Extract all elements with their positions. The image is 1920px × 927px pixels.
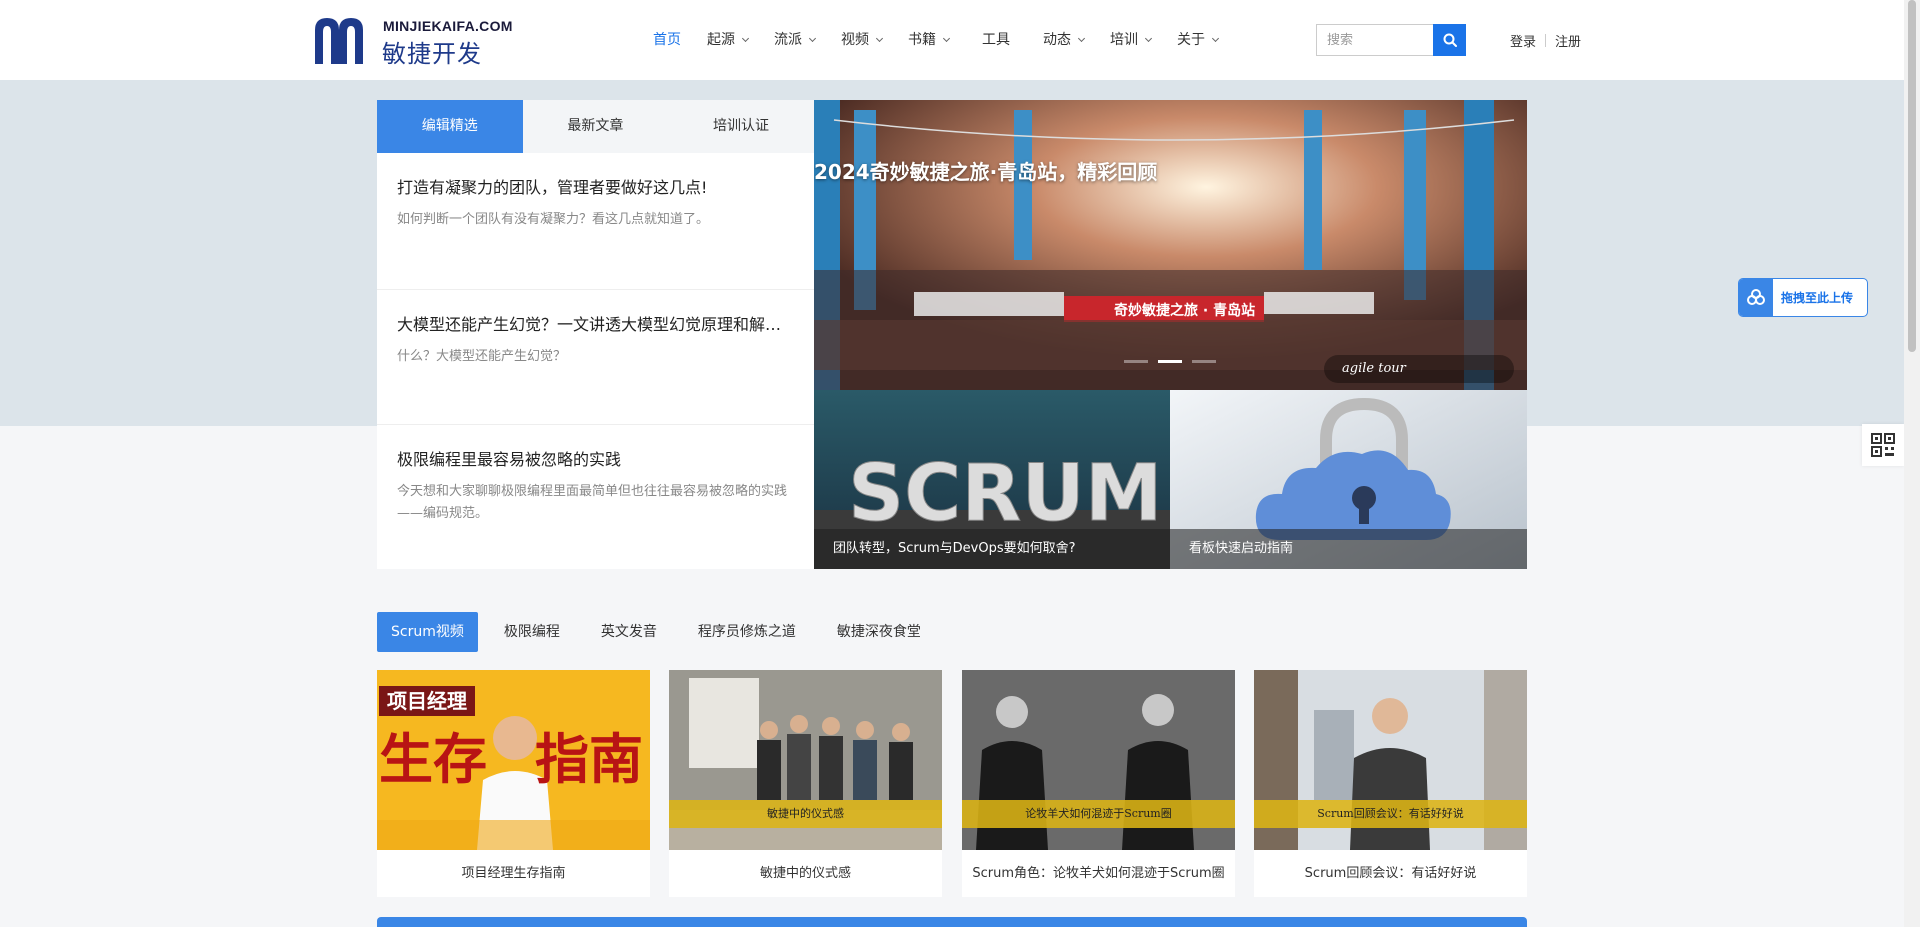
video-thumbnail[interactable]: 项目经理 生存 指南: [377, 670, 650, 850]
feature-caption[interactable]: 看板快速启动指南: [1170, 529, 1527, 569]
carousel-dot-active[interactable]: [1158, 360, 1182, 363]
tab-latest-articles[interactable]: 最新文章: [523, 100, 669, 153]
drag-upload-widget[interactable]: 拖拽至此上传: [1738, 278, 1868, 317]
auth-divider: [1545, 34, 1547, 47]
scrollbar-thumb[interactable]: [1908, 0, 1916, 352]
chevron-down-icon: [1144, 34, 1153, 43]
video-title[interactable]: 项目经理生存指南: [377, 850, 650, 897]
carousel-dots: [1124, 360, 1216, 363]
tab-english-pronunciation[interactable]: 英文发音: [588, 612, 670, 652]
qr-code-button[interactable]: [1862, 424, 1904, 466]
thumb-strip: Scrum回顾会议：有话好好说: [1254, 800, 1527, 828]
chevron-down-icon: [1211, 34, 1220, 43]
video-card[interactable]: 项目经理 生存 指南 项目经理生存指南: [377, 670, 650, 897]
article-title[interactable]: 极限编程里最容易被忽略的实践: [397, 449, 794, 471]
article-tabs-panel: 编辑精选 最新文章 培训认证 打造有凝聚力的团队，管理者要做好这几点! 如何判断…: [377, 100, 814, 569]
hero-carousel[interactable]: 奇妙敏捷之旅 · 青岛站 2024奇妙敏捷之旅·青岛站，精彩回顾 agile t…: [814, 100, 1527, 390]
login-link[interactable]: 登录: [1510, 31, 1536, 50]
video-card[interactable]: 敏捷中的仪式感 敏捷中的仪式感: [669, 670, 942, 897]
video-card[interactable]: 论牧羊犬如何混迹于Scrum圈 Scrum角色：论牧羊犬如何混迹于Scrum圈: [962, 670, 1235, 897]
tab-agile-midnight-diner[interactable]: 敏捷深夜食堂: [824, 612, 934, 652]
article-desc: 今天想和大家聊聊极限编程里面最简单但也往往最容易被忽略的实践——编码规范。: [397, 484, 788, 521]
video-card[interactable]: Scrum回顾会议：有话好好说 Scrum回顾会议：有话好好说: [1254, 670, 1527, 897]
article-desc: 什么？大模型还能产生幻觉？: [397, 349, 567, 364]
tab-training-cert[interactable]: 培训认证: [668, 100, 814, 153]
feature-caption[interactable]: 团队转型，Scrum与DevOps要如何取舍?: [814, 529, 1170, 569]
article-title[interactable]: 大模型还能产生幻觉？一文讲透大模型幻觉原理和解决方法: [397, 314, 794, 336]
auth-links: 登录 注册: [1510, 31, 1581, 50]
upload-label: 拖拽至此上传: [1781, 291, 1854, 305]
article-title[interactable]: 打造有凝聚力的团队，管理者要做好这几点!: [397, 177, 794, 199]
chevron-down-icon: [875, 34, 884, 43]
search-input[interactable]: [1316, 24, 1433, 56]
register-link[interactable]: 注册: [1555, 31, 1581, 50]
thumb-strip: 敏捷中的仪式感: [669, 800, 942, 828]
nav-item-videos[interactable]: 视频: [828, 0, 895, 80]
carousel-banner-text: 奇妙敏捷之旅 · 青岛站: [1114, 302, 1255, 319]
tab-pragmatic-programmer[interactable]: 程序员修炼之道: [685, 612, 809, 652]
list-item[interactable]: 极限编程里最容易被忽略的实践 今天想和大家聊聊极限编程里面最简单但也往往最容易被…: [377, 425, 814, 560]
video-thumbnail[interactable]: 敏捷中的仪式感: [669, 670, 942, 850]
carousel-dot[interactable]: [1192, 360, 1216, 363]
scrum-art-text: SCRUM: [848, 449, 1162, 539]
main-nav: 首页 起源 流派 视频 书籍 工具 动态 培训 关于: [640, 0, 1231, 80]
article-desc: 如何判断一个团队有没有凝聚力？看这几点就知道了。: [397, 212, 710, 227]
nav-item-training[interactable]: 培训: [1097, 0, 1164, 80]
carousel-title[interactable]: 2024奇妙敏捷之旅·青岛站，精彩回顾: [814, 156, 1157, 185]
nav-item-books[interactable]: 书籍: [895, 0, 962, 80]
tab-editor-picks[interactable]: 编辑精选: [377, 100, 523, 153]
site-header: MINJIEKAIFA.COM 敏捷开发 首页 起源 流派 视频 书籍 工具 动…: [0, 0, 1904, 80]
search-button[interactable]: [1433, 24, 1466, 56]
logo-domain: MINJIEKAIFA.COM: [383, 18, 513, 34]
nav-item-tools[interactable]: 工具: [962, 0, 1030, 80]
tab-extreme-programming[interactable]: 极限编程: [491, 612, 573, 652]
feature-card-scrum[interactable]: SCRUM 团队转型，Scrum与DevOps要如何取舍?: [814, 390, 1170, 569]
next-section-bar: [377, 917, 1527, 927]
logo-mark-icon: [315, 18, 363, 64]
upload-cloud-icon: [1739, 279, 1773, 316]
video-thumbnail[interactable]: Scrum回顾会议：有话好好说: [1254, 670, 1527, 850]
agile-tour-badge: agile tour: [1324, 355, 1514, 383]
thumb-tag: 项目经理: [379, 686, 475, 716]
video-category-tabs: Scrum视频 极限编程 英文发音 程序员修炼之道 敏捷深夜食堂: [377, 612, 949, 652]
search-box: [1316, 24, 1466, 56]
search-icon: [1443, 33, 1457, 47]
tab-scrum-video[interactable]: Scrum视频: [377, 612, 478, 652]
chevron-down-icon: [808, 34, 817, 43]
thumb-title-right: 指南: [535, 728, 643, 791]
video-title[interactable]: Scrum回顾会议：有话好好说: [1254, 850, 1527, 897]
carousel-photo: 奇妙敏捷之旅 · 青岛站: [814, 100, 1527, 390]
nav-item-news[interactable]: 动态: [1030, 0, 1097, 80]
nav-item-home[interactable]: 首页: [640, 0, 694, 80]
list-item[interactable]: 大模型还能产生幻觉？一文讲透大模型幻觉原理和解决方法 什么？大模型还能产生幻觉？: [377, 290, 814, 425]
thumb-title-left: 生存: [379, 728, 487, 791]
article-tabs: 编辑精选 最新文章 培训认证: [377, 100, 814, 153]
video-thumbnail[interactable]: 论牧羊犬如何混迹于Scrum圈: [962, 670, 1235, 850]
thumb-strip: 论牧羊犬如何混迹于Scrum圈: [962, 800, 1235, 828]
video-title[interactable]: 敏捷中的仪式感: [669, 850, 942, 897]
qr-code-icon: [1871, 433, 1895, 457]
nav-item-origin[interactable]: 起源: [694, 0, 761, 80]
site-logo[interactable]: MINJIEKAIFA.COM 敏捷开发: [311, 14, 521, 68]
list-item[interactable]: 打造有凝聚力的团队，管理者要做好这几点! 如何判断一个团队有没有凝聚力？看这几点…: [377, 153, 814, 290]
video-title[interactable]: Scrum角色：论牧羊犬如何混迹于Scrum圈: [962, 850, 1235, 897]
carousel-dot[interactable]: [1124, 360, 1148, 363]
logo-name: 敏捷开发: [382, 40, 482, 68]
chevron-down-icon: [1077, 34, 1086, 43]
feature-card-kanban[interactable]: 看板快速启动指南: [1170, 390, 1527, 569]
chevron-down-icon: [942, 34, 951, 43]
nav-item-schools[interactable]: 流派: [761, 0, 828, 80]
nav-item-about[interactable]: 关于: [1164, 0, 1231, 80]
chevron-down-icon: [741, 34, 750, 43]
